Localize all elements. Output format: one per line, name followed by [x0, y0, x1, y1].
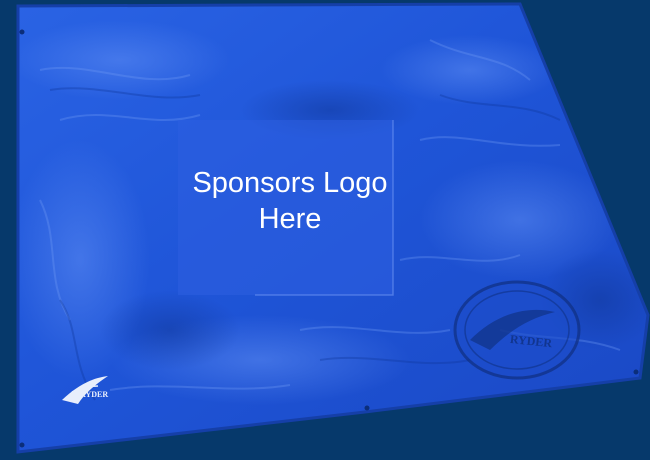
sponsor-text-line2: Here: [258, 203, 322, 235]
product-photo: Sponsors Logo Here RYDER RYDER: [0, 0, 650, 460]
sponsor-placeholder-text: Sponsors Logo Here: [150, 165, 430, 237]
sponsor-text-line1: Sponsors Logo: [192, 167, 388, 199]
brand-stamp: [453, 280, 581, 380]
